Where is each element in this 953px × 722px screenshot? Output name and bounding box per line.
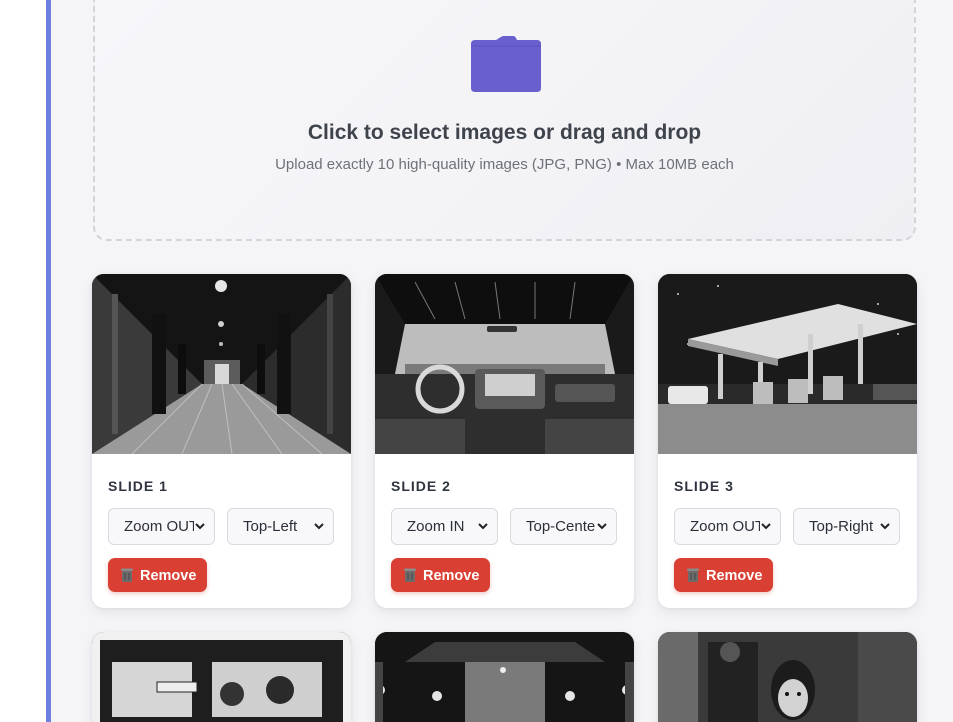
position-select[interactable]: Top-Center (510, 508, 617, 545)
position-select[interactable]: Top-Right (793, 508, 900, 545)
trash-icon (687, 568, 699, 582)
slide-card (658, 632, 917, 722)
upload-subtitle: Upload exactly 10 high-quality images (J… (275, 156, 734, 173)
chevron-down-icon (760, 519, 772, 533)
slide-card (92, 632, 351, 722)
slide-thumbnail (92, 632, 351, 722)
slide-thumbnail (92, 274, 351, 454)
remove-button[interactable]: Remove (108, 558, 207, 592)
slide-card (375, 632, 634, 722)
upload-title: Click to select images or drag and drop (307, 121, 702, 144)
remove-button[interactable]: Remove (391, 558, 490, 592)
slide-thumbnail (375, 274, 634, 454)
chevron-down-icon (477, 519, 489, 533)
slide-label: SLIDE 2 (391, 478, 451, 494)
remove-button[interactable]: Remove (674, 558, 773, 592)
page-background (0, 0, 46, 722)
slide-thumbnail (375, 632, 634, 722)
folder-icon (471, 36, 541, 92)
slide-label: SLIDE 1 (108, 478, 168, 494)
slide-thumbnail (658, 274, 917, 454)
chevron-down-icon (596, 519, 608, 533)
slide-card: SLIDE 1 Zoom OUT Top-Left Remove (92, 274, 351, 608)
position-select[interactable]: Top-Left (227, 508, 334, 545)
slide-thumbnail (658, 632, 917, 722)
zoom-select[interactable]: Zoom OUT (674, 508, 781, 545)
slide-card: SLIDE 3 Zoom OUT Top-Right Remove (658, 274, 917, 608)
trash-icon (404, 568, 416, 582)
zoom-select[interactable]: Zoom OUT (108, 508, 215, 545)
chevron-down-icon (194, 519, 206, 533)
chevron-down-icon (879, 519, 891, 533)
trash-icon (121, 568, 133, 582)
slide-card: SLIDE 2 Zoom IN Top-Center Remove (375, 274, 634, 608)
zoom-select[interactable]: Zoom IN (391, 508, 498, 545)
slide-label: SLIDE 3 (674, 478, 734, 494)
upload-dropzone[interactable]: Click to select images or drag and drop … (93, 0, 916, 241)
chevron-down-icon (313, 519, 325, 533)
